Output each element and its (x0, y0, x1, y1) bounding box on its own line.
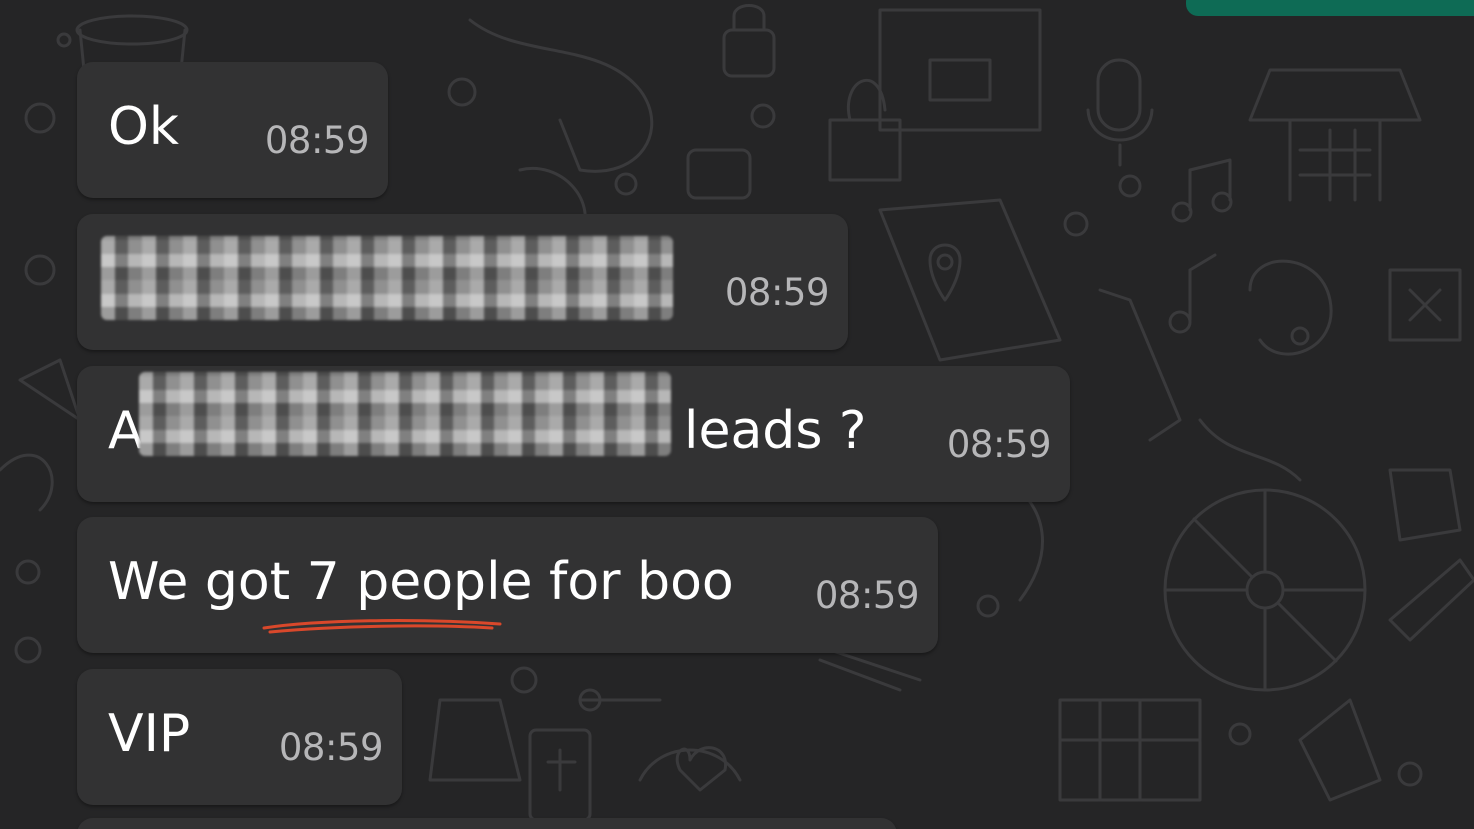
redacted-text-block (101, 236, 673, 320)
message-timestamp: 08:59 (278, 726, 384, 769)
message-bubble[interactable]: Ok 08:59 (77, 62, 388, 198)
outgoing-message-bubble[interactable] (1186, 0, 1474, 16)
message-timestamp: 08:59 (814, 574, 920, 617)
chat-area[interactable]: Ok 08:59 08:59 A leads ? 08:59 We got 7 … (0, 0, 1474, 829)
redacted-text-block (139, 372, 671, 456)
message-text: Ok (108, 97, 180, 157)
message-timestamp: 08:59 (724, 271, 830, 314)
message-bubble[interactable]: 08:59 (77, 214, 848, 350)
message-bubble[interactable]: VIP 08:59 (77, 669, 402, 805)
message-text: VIP (108, 704, 191, 764)
message-bubble[interactable] (77, 818, 897, 829)
message-timestamp: 08:59 (946, 423, 1052, 466)
message-bubble[interactable]: A leads ? 08:59 (77, 366, 1070, 502)
message-timestamp: 08:59 (264, 119, 370, 162)
red-underline-annotation (262, 619, 502, 634)
message-text-end: leads ? (684, 401, 867, 461)
message-text: We got 7 people for boo (108, 552, 734, 612)
